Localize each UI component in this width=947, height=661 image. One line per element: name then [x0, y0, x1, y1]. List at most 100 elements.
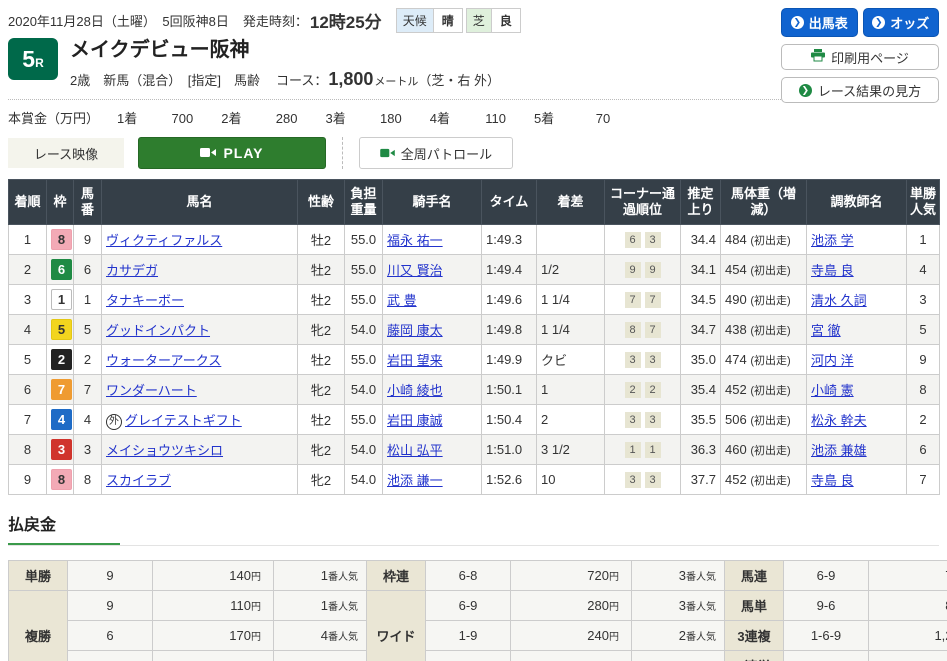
frame-number: 2	[47, 345, 74, 375]
trainer-name-link[interactable]: 小崎 憲	[811, 383, 854, 398]
race-title: メイクデビュー阪神	[70, 39, 500, 61]
jockey-name-link[interactable]: 川又 賢治	[387, 263, 443, 278]
horse-number: 6	[74, 255, 102, 285]
jockey-name-link[interactable]: 福永 祐一	[387, 233, 443, 248]
jockey-name-link[interactable]: 池添 謙一	[387, 473, 443, 488]
jockey-name-link[interactable]: 武 豊	[387, 293, 417, 308]
jockey-name-link[interactable]: 岩田 望来	[387, 353, 443, 368]
sex-age: 牡2	[298, 225, 345, 255]
shutuba-button[interactable]: ❯ 出馬表	[781, 8, 858, 37]
horse-name-link[interactable]: グレイテストギフト	[125, 413, 242, 428]
horse-name-link[interactable]: メイショウツキシロ	[106, 443, 223, 458]
horse-name-cell: ヴィクティファルス	[102, 225, 298, 255]
payout-section-header: 払戻金	[8, 511, 939, 546]
yen-suffix: 円	[609, 572, 619, 583]
trainer-name-link[interactable]: 寺島 良	[811, 263, 854, 278]
finish-time: 1:49.8	[482, 315, 537, 345]
horse-name-cell: タナキーボー	[102, 285, 298, 315]
bet-type-label: ワイド	[367, 591, 426, 661]
results-column-header: タイム	[482, 180, 537, 225]
jockey-cell: 川又 賢治	[383, 255, 482, 285]
jockey-name-link[interactable]: 小崎 綾也	[387, 383, 443, 398]
payout-combination: 6	[68, 621, 153, 651]
divider	[342, 137, 343, 169]
trainer-name-link[interactable]: 宮 徹	[811, 323, 841, 338]
prize-amount: 280	[255, 111, 297, 126]
frame-number: 4	[47, 405, 74, 435]
result-guide-button[interactable]: ❯ レース結果の見方	[781, 77, 939, 103]
trainer-name-link[interactable]: 松永 幹夫	[811, 413, 867, 428]
finish-position: 4	[9, 315, 47, 345]
horse-name-link[interactable]: ウォーターアークス	[106, 353, 221, 368]
last-3f-time: 34.5	[681, 285, 721, 315]
payout-amount: 280円	[511, 591, 632, 621]
corner-position-box: 2	[645, 382, 661, 398]
payout-amount: 880円	[869, 591, 947, 621]
arrow-circle-icon: ❯	[791, 16, 804, 29]
horse-number: 1	[74, 285, 102, 315]
trainer-name-link[interactable]: 清水 久詞	[811, 293, 867, 308]
horse-name-link[interactable]: タナキーボー	[106, 293, 184, 308]
body-weight-note: (初出走)	[750, 355, 790, 367]
results-column-header: 馬名	[102, 180, 298, 225]
play-button[interactable]: PLAY	[138, 137, 326, 169]
result-row: 455グッドインパクト牝254.0藤岡 康太1:49.81 1/48734.74…	[9, 315, 940, 345]
horse-number: 9	[74, 225, 102, 255]
finish-position: 2	[9, 255, 47, 285]
payout-table: 単勝9140円1番人気枠連6-8720円3番人気馬連6-9700円3番人気複勝9…	[8, 560, 947, 661]
race-conditions: 2歳 新馬（混合） [指定] 馬齢 コース： 1,800 メートル （芝・右 外…	[70, 69, 500, 90]
win-popularity: 7	[907, 465, 940, 495]
prize-amount: 180	[360, 111, 402, 126]
trainer-cell: 寺島 良	[807, 255, 907, 285]
horse-name-link[interactable]: ワンダーハート	[106, 383, 197, 398]
trainer-name-link[interactable]: 池添 兼雄	[811, 443, 867, 458]
payout-popularity: 3番人気	[632, 561, 725, 591]
trainer-name-link[interactable]: 寺島 良	[811, 473, 854, 488]
trainer-cell: 小崎 憲	[807, 375, 907, 405]
popularity-suffix: 番人気	[686, 572, 716, 583]
horse-name-link[interactable]: ヴィクティファルス	[106, 233, 222, 248]
bet-type-label: 単勝	[9, 561, 68, 591]
patrol-video-button[interactable]: 全周パトロール	[359, 137, 513, 169]
horse-name-link[interactable]: カサデガ	[106, 263, 158, 278]
finish-position: 7	[9, 405, 47, 435]
last-3f-time: 35.4	[681, 375, 721, 405]
yen-suffix: 円	[609, 602, 619, 613]
corner-position-box: 6	[625, 232, 641, 248]
print-page-button[interactable]: 印刷用ページ	[781, 44, 939, 70]
horse-name-cell: スカイラブ	[102, 465, 298, 495]
jockey-cell: 武 豊	[383, 285, 482, 315]
foreign-bred-mark: 外	[106, 414, 122, 430]
sex-age: 牝2	[298, 375, 345, 405]
jockey-name-link[interactable]: 藤岡 康太	[387, 323, 443, 338]
prize-place: 3着	[325, 111, 345, 126]
trainer-cell: 清水 久詞	[807, 285, 907, 315]
trainer-cell: 寺島 良	[807, 465, 907, 495]
odds-button[interactable]: ❯ オッズ	[863, 8, 940, 37]
race-video-label-button[interactable]: レース映像	[8, 138, 124, 168]
finish-position: 3	[9, 285, 47, 315]
jockey-name-link[interactable]: 岩田 康誠	[387, 413, 443, 428]
last-3f-time: 34.1	[681, 255, 721, 285]
sex-age: 牝2	[298, 315, 345, 345]
margin: 1 1/4	[537, 315, 605, 345]
margin: 1 1/4	[537, 285, 605, 315]
payout-combination: 1-6-9	[784, 621, 869, 651]
results-column-header: 性齢	[298, 180, 345, 225]
prize-amount: 70	[568, 111, 610, 126]
payout-amount: 720円	[511, 561, 632, 591]
trainer-name-link[interactable]: 池添 学	[811, 233, 854, 248]
payout-popularity: 2番人気	[632, 621, 725, 651]
results-column-header: コーナー通過順位	[605, 180, 681, 225]
jockey-name-link[interactable]: 松山 弘平	[387, 443, 443, 458]
horse-name-link[interactable]: グッドインパクト	[106, 323, 210, 338]
body-weight: 452 (初出走)	[721, 375, 807, 405]
trainer-name-link[interactable]: 河内 洋	[811, 353, 854, 368]
body-weight: 474 (初出走)	[721, 345, 807, 375]
payout-amount: 860円	[511, 651, 632, 661]
horse-name-link[interactable]: スカイラブ	[106, 473, 171, 488]
horse-name-cell: ワンダーハート	[102, 375, 298, 405]
last-3f-time: 35.0	[681, 345, 721, 375]
corner-position-box: 2	[625, 382, 641, 398]
payout-amount: 140円	[153, 561, 274, 591]
